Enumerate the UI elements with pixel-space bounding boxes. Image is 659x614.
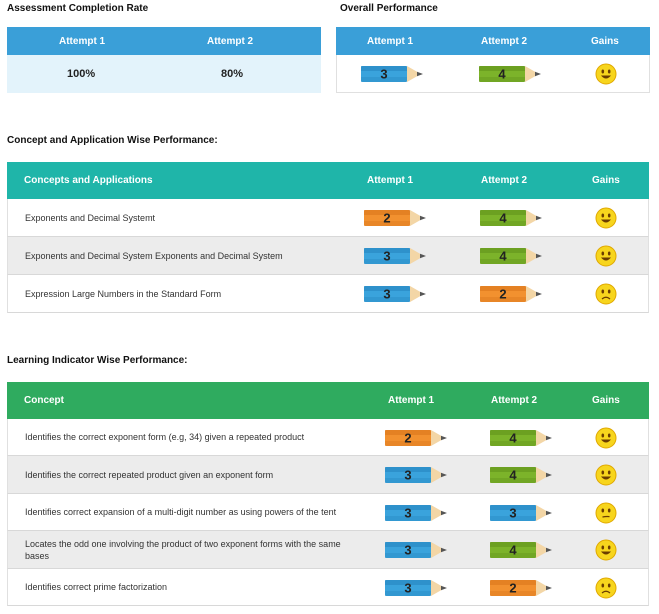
pencil-score: 4 bbox=[498, 67, 506, 82]
concept-row-label: Expression Large Numbers in the Standard… bbox=[25, 288, 222, 299]
indicator-row-label: Identifies correct prime factorization bbox=[25, 582, 168, 592]
concept-row-label: Exponents and Decimal System Exponents a… bbox=[25, 250, 283, 261]
overall-attempt2-pencil: 4 bbox=[479, 65, 545, 83]
overall-header-gains: Gains bbox=[591, 35, 619, 47]
indicator-row-label: Identifies correct expansion of a multi-… bbox=[25, 507, 337, 517]
pencil-score: 3 bbox=[404, 505, 411, 520]
pencil-score: 3 bbox=[383, 249, 390, 264]
concept-table-row: Exponents and Decimal Systemt 2 4 bbox=[7, 199, 649, 237]
concept-row-attempt2-pencil: 4 bbox=[480, 209, 546, 227]
indicator-row-attempt2-pencil: 3 bbox=[490, 504, 556, 522]
indicator-title: Learning Indicator Wise Performance: bbox=[7, 355, 188, 366]
pencil-score: 2 bbox=[509, 580, 516, 595]
pencil-score: 4 bbox=[499, 211, 507, 226]
indicator-header-label: Concept bbox=[24, 395, 64, 406]
indicator-row-attempt1-pencil: 3 bbox=[385, 579, 451, 597]
concept-header: Concepts and Applications Attempt 1 Atte… bbox=[7, 162, 649, 199]
indicator-row-gains-smiley-icon bbox=[595, 539, 617, 561]
indicator-row-label: Locates the odd one involving the produc… bbox=[25, 538, 341, 561]
overall-header-attempt2: Attempt 2 bbox=[481, 35, 528, 47]
completion-title: Assessment Completion Rate bbox=[7, 3, 149, 14]
indicator-row-attempt1-pencil: 2 bbox=[385, 429, 451, 447]
pencil-score: 4 bbox=[499, 249, 507, 264]
indicator-row-attempt1-pencil: 3 bbox=[385, 541, 451, 559]
pencil-score: 3 bbox=[404, 543, 411, 558]
concept-row-label: Exponents and Decimal Systemt bbox=[25, 212, 156, 223]
indicator-row-gains-smiley-icon bbox=[595, 464, 617, 486]
indicator-row-attempt2-pencil: 4 bbox=[490, 429, 556, 447]
indicator-row-label: Identifies the correct repeated product … bbox=[25, 469, 274, 480]
overall-gains-smiley-icon bbox=[595, 63, 617, 85]
indicator-row-gains-smiley-icon bbox=[595, 577, 617, 599]
pencil-score: 3 bbox=[383, 287, 390, 302]
indicator-row-attempt2-pencil: 2 bbox=[490, 579, 556, 597]
indicator-row-label: Identifies the correct exponent form (e.… bbox=[25, 432, 305, 442]
completion-row: 100% 80% bbox=[7, 55, 321, 93]
indicator-row-gains-smiley-icon bbox=[595, 502, 617, 524]
completion-header-attempt2: Attempt 2 bbox=[207, 35, 254, 47]
overall-header: Attempt 1 Attempt 2 Gains bbox=[336, 27, 650, 55]
indicator-row-attempt1-pencil: 3 bbox=[385, 466, 451, 484]
pencil-score: 3 bbox=[380, 67, 387, 82]
overall-title: Overall Performance bbox=[340, 3, 438, 14]
pencil-score: 2 bbox=[383, 211, 390, 226]
concept-row-gains-smiley-icon bbox=[595, 283, 617, 305]
pencil-score: 2 bbox=[404, 430, 411, 445]
indicator-table-row: Identifies correct expansion of a multi-… bbox=[7, 494, 649, 531]
indicator-table-row: Identifies correct prime factorization 3… bbox=[7, 569, 649, 606]
concept-row-attempt1-pencil: 3 bbox=[364, 247, 430, 265]
completion-attempt1-value: 100% bbox=[67, 68, 96, 80]
concept-header-attempt1: Attempt 1 bbox=[367, 175, 414, 186]
pencil-score: 3 bbox=[509, 505, 516, 520]
indicator-header: Concept Attempt 1 Attempt 2 Gains bbox=[7, 382, 649, 419]
concept-row-attempt2-pencil: 4 bbox=[480, 247, 546, 265]
pencil-score: 2 bbox=[499, 287, 506, 302]
completion-header-attempt1: Attempt 1 bbox=[59, 35, 106, 47]
pencil-score: 4 bbox=[509, 468, 517, 483]
overall-row: 3 4 bbox=[336, 55, 650, 93]
indicator-row-attempt2-pencil: 4 bbox=[490, 466, 556, 484]
indicator-header-gains: Gains bbox=[592, 395, 620, 406]
indicator-header-attempt2: Attempt 2 bbox=[491, 395, 538, 406]
pencil-score: 4 bbox=[509, 430, 517, 445]
concept-title: Concept and Application Wise Performance… bbox=[7, 135, 218, 146]
concept-header-gains: Gains bbox=[592, 175, 620, 186]
indicator-row-attempt2-pencil: 4 bbox=[490, 541, 556, 559]
concept-table-row: Exponents and Decimal System Exponents a… bbox=[7, 237, 649, 275]
concept-table-row: Expression Large Numbers in the Standard… bbox=[7, 275, 649, 313]
concept-row-gains-smiley-icon bbox=[595, 207, 617, 229]
concept-row-gains-smiley-icon bbox=[595, 245, 617, 267]
concept-header-attempt2: Attempt 2 bbox=[481, 175, 528, 186]
completion-attempt2-value: 80% bbox=[221, 68, 244, 80]
concept-row-attempt1-pencil: 3 bbox=[364, 285, 430, 303]
concept-row-attempt2-pencil: 2 bbox=[480, 285, 546, 303]
indicator-table-row: Identifies the correct exponent form (e.… bbox=[7, 419, 649, 456]
indicator-row-gains-smiley-icon bbox=[595, 427, 617, 449]
overall-attempt1-pencil: 3 bbox=[361, 65, 427, 83]
indicator-row-attempt1-pencil: 3 bbox=[385, 504, 451, 522]
pencil-score: 3 bbox=[404, 468, 411, 483]
overall-header-attempt1: Attempt 1 bbox=[367, 35, 414, 47]
indicator-table-row: Identifies the correct repeated product … bbox=[7, 456, 649, 494]
indicator-table-row: Locates the odd one involving the produc… bbox=[7, 531, 649, 569]
indicator-header-attempt1: Attempt 1 bbox=[388, 395, 435, 406]
pencil-score: 3 bbox=[404, 580, 411, 595]
concept-row-attempt1-pencil: 2 bbox=[364, 209, 430, 227]
concept-header-label: Concepts and Applications bbox=[24, 175, 153, 186]
completion-header: Attempt 1 Attempt 2 bbox=[7, 27, 321, 55]
pencil-score: 4 bbox=[509, 543, 517, 558]
